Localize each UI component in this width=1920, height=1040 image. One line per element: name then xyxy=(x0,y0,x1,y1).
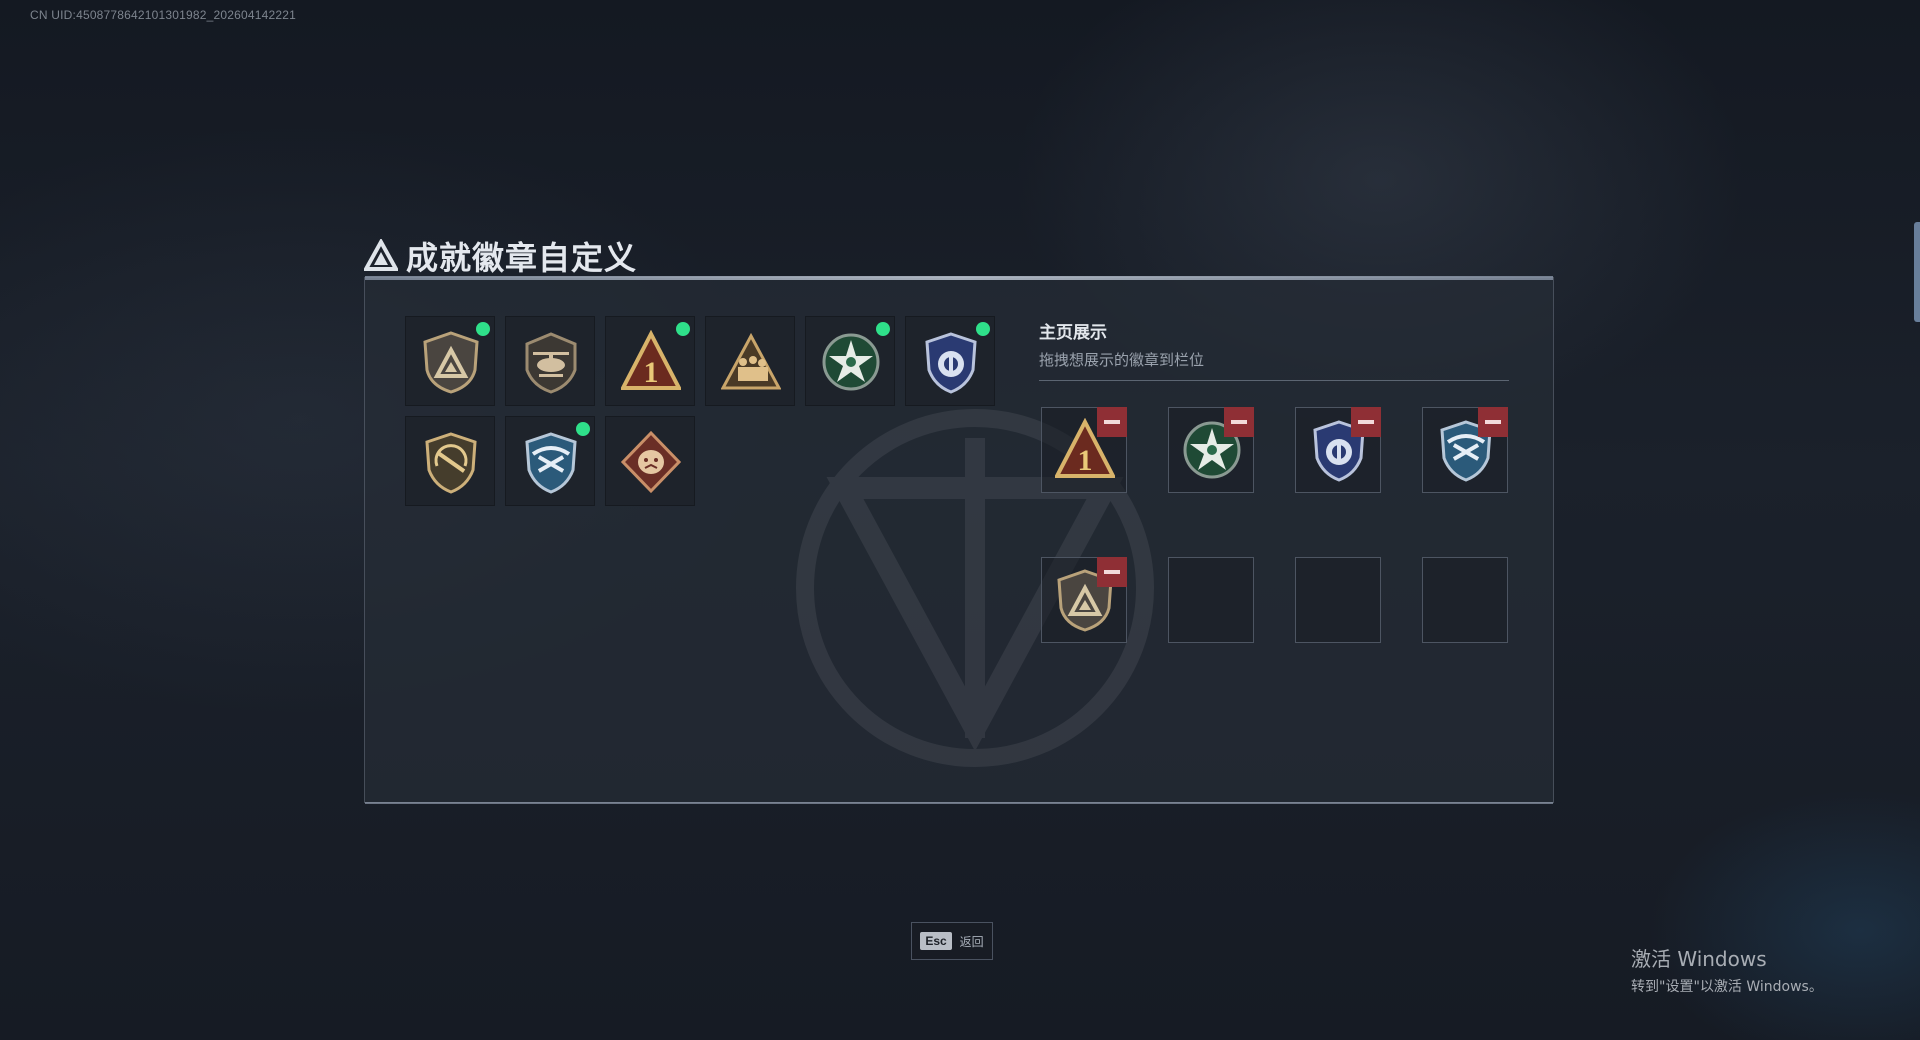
remove-badge-button[interactable] xyxy=(1097,557,1127,587)
windows-activation-watermark: 激活 Windows 转到"设置"以激活 Windows。 xyxy=(1631,943,1823,996)
showcase-title: 主页展示 xyxy=(1039,323,1107,343)
helicopter-badge-icon xyxy=(525,332,577,394)
panel-bottom-bar xyxy=(365,802,1553,804)
remove-badge-button[interactable] xyxy=(1097,407,1127,437)
showcase-slot-empty[interactable] xyxy=(1168,557,1254,643)
new-indicator-dot xyxy=(876,322,890,336)
triangle-logo-icon xyxy=(364,239,398,271)
badge-tile[interactable] xyxy=(405,316,495,406)
green-star-badge-icon xyxy=(822,333,880,391)
new-indicator-dot xyxy=(576,422,590,436)
badge-tile[interactable]: 1 xyxy=(605,316,695,406)
remove-badge-button[interactable] xyxy=(1224,407,1254,437)
rifle-shield-badge-icon xyxy=(425,432,477,494)
svg-text:1: 1 xyxy=(644,356,659,389)
activation-title: 激活 Windows xyxy=(1631,947,1767,971)
page-title: 成就徽章自定义 xyxy=(406,239,638,277)
uid-label: CN UID:4508778642101301982_202604142221 xyxy=(30,8,297,22)
showcase-slot-filled[interactable] xyxy=(1422,407,1508,493)
soldiers-badge-icon xyxy=(721,332,781,390)
new-indicator-dot xyxy=(976,322,990,336)
showcase-divider xyxy=(1039,380,1509,381)
blue-police-badge-icon xyxy=(925,332,977,394)
new-indicator-dot xyxy=(676,322,690,336)
showcase-slot-filled[interactable] xyxy=(1168,407,1254,493)
remove-badge-button[interactable] xyxy=(1351,407,1381,437)
showcase-slot-filled[interactable] xyxy=(1041,557,1127,643)
showcase-slot-filled[interactable] xyxy=(1295,407,1381,493)
showcase-slot-filled[interactable]: 1 xyxy=(1041,407,1127,493)
badge-tile[interactable] xyxy=(505,416,595,506)
badge-customization-panel: 1 主页展示 拖拽想展示的徽章到栏位 1 xyxy=(364,276,1554,804)
beast-diamond-badge-icon xyxy=(621,430,681,494)
back-label: 返回 xyxy=(959,934,984,949)
page-header: 成就徽章自定义 xyxy=(364,233,637,279)
showcase-subtitle: 拖拽想展示的徽章到栏位 xyxy=(1039,351,1205,369)
blue-wings-badge-icon xyxy=(525,432,577,494)
showcase-slot-empty[interactable] xyxy=(1295,557,1381,643)
number-one-badge-icon: 1 xyxy=(621,330,681,390)
new-indicator-dot xyxy=(476,322,490,336)
esc-key-hint: Esc xyxy=(920,932,952,950)
svg-text:1: 1 xyxy=(1078,444,1093,477)
badge-tile[interactable] xyxy=(705,316,795,406)
badge-collection-grid: 1 xyxy=(405,316,995,506)
remove-badge-button[interactable] xyxy=(1478,407,1508,437)
panel-top-bar xyxy=(365,276,1553,280)
activation-subtitle: 转到"设置"以激活 Windows。 xyxy=(1631,979,1823,995)
badge-tile[interactable] xyxy=(905,316,995,406)
badge-tile[interactable] xyxy=(505,316,595,406)
badge-tile[interactable] xyxy=(805,316,895,406)
showcase-slot-empty[interactable] xyxy=(1422,557,1508,643)
back-button[interactable]: Esc 返回 xyxy=(911,922,993,960)
badge-tile[interactable] xyxy=(405,416,495,506)
triangle-shield-badge-icon xyxy=(423,331,479,394)
homepage-showcase-header: 主页展示 拖拽想展示的徽章到栏位 xyxy=(1039,318,1509,381)
showcase-slots: 1 xyxy=(1041,407,1508,643)
right-edge-tab[interactable] xyxy=(1914,222,1920,322)
badge-tile[interactable] xyxy=(605,416,695,506)
